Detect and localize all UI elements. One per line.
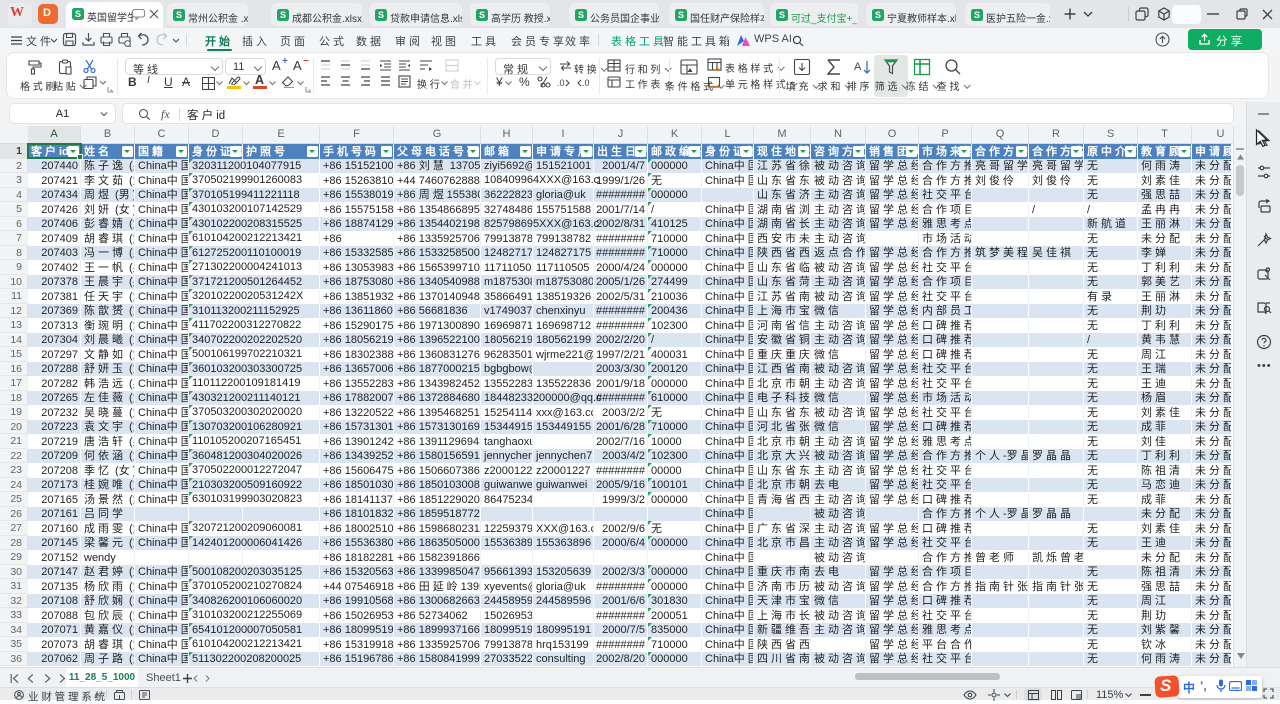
- svg-text:.0: .0: [582, 78, 590, 88]
- svg-text:.0: .0: [557, 78, 565, 88]
- svg-text:A: A: [854, 61, 862, 73]
